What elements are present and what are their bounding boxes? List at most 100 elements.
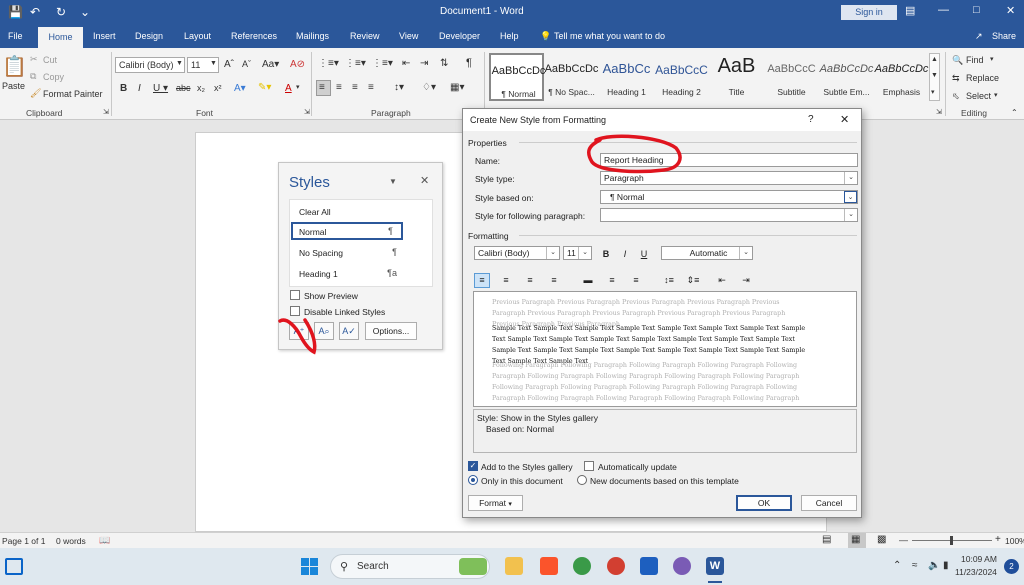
paste-icon[interactable]: 📋: [2, 54, 27, 79]
style-row-no-spacing[interactable]: No Spacing ¶: [290, 245, 405, 260]
italic-icon[interactable]: I: [138, 83, 141, 94]
tab-layout[interactable]: Layout: [184, 31, 211, 41]
single-space-icon[interactable]: ▬: [581, 272, 595, 288]
shrink-font-icon[interactable]: Aˇ: [242, 59, 251, 69]
name-input[interactable]: Report Heading: [600, 153, 858, 167]
format-menu-button[interactable]: Format ▾: [468, 495, 523, 511]
borders-icon[interactable]: ▦▾: [450, 82, 464, 93]
fmt-decrease-indent-icon[interactable]: ⇤: [715, 272, 729, 288]
taskbar-search-box[interactable]: ⚲ Search: [330, 554, 490, 579]
viber-icon[interactable]: [673, 557, 691, 575]
one-half-space-icon[interactable]: ≡: [605, 272, 619, 288]
fmt-size-dropdown[interactable]: 11 ⌄: [563, 246, 592, 260]
notepad-icon[interactable]: [640, 557, 658, 575]
highlight-icon[interactable]: ✎▾: [258, 82, 271, 93]
zoom-in-icon[interactable]: +: [995, 534, 1001, 545]
font-name-dropdown[interactable]: Calibri (Body) ▼: [115, 57, 185, 73]
style-row-clear-all[interactable]: Clear All: [290, 204, 432, 219]
style-title[interactable]: AaB Title: [709, 53, 764, 101]
style-row-heading-1[interactable]: Heading 1 ¶a: [290, 266, 405, 281]
align-center-icon[interactable]: ≡: [336, 82, 342, 93]
proofing-icon[interactable]: 📖: [99, 535, 110, 546]
tab-file[interactable]: File: [8, 31, 23, 41]
clear-formatting-icon[interactable]: A⊘: [290, 59, 305, 70]
superscript-icon[interactable]: x²: [214, 83, 222, 93]
clipboard-launcher-icon[interactable]: ⇲: [103, 108, 109, 116]
add-to-gallery-checkbox[interactable]: ✓: [468, 461, 478, 471]
manage-styles-button[interactable]: A✓: [339, 322, 359, 340]
ribbon-display-icon[interactable]: ▤: [905, 4, 915, 17]
maximize-button[interactable]: □: [973, 4, 980, 16]
battery-icon[interactable]: ▮: [943, 560, 949, 571]
close-button[interactable]: ✕: [1006, 4, 1015, 17]
strikethrough-icon[interactable]: abc: [176, 83, 191, 93]
replace-button[interactable]: Replace: [966, 73, 999, 83]
style-no-spacing[interactable]: AaBbCcDc ¶ No Spac...: [544, 53, 599, 101]
fmt-bold-icon[interactable]: B: [600, 246, 612, 262]
font-launcher-icon[interactable]: ⇲: [304, 108, 310, 116]
gallery-scroll[interactable]: ▲ ▼ ▾: [929, 53, 940, 101]
scroll-down-icon[interactable]: ▼: [931, 72, 938, 79]
chrome-icon[interactable]: [573, 557, 591, 575]
change-case-icon[interactable]: Aa▾: [262, 59, 279, 70]
zoom-slider-thumb[interactable]: [950, 536, 953, 545]
tab-review[interactable]: Review: [350, 31, 380, 41]
dialog-close-icon[interactable]: ✕: [840, 113, 849, 126]
help-button[interactable]: ?: [808, 114, 814, 125]
find-button[interactable]: Find: [966, 55, 984, 65]
following-style-dropdown[interactable]: ⌄: [600, 208, 858, 222]
style-inspector-button[interactable]: A⌕: [314, 322, 334, 340]
cut-button[interactable]: Cut: [43, 55, 57, 65]
web-layout-icon[interactable]: ▩: [877, 534, 886, 545]
file-explorer-icon[interactable]: [505, 557, 523, 575]
clock-time[interactable]: 10:09 AM: [961, 554, 997, 564]
clock-date[interactable]: 11/23/2024: [955, 567, 997, 577]
start-button[interactable]: [301, 558, 318, 575]
chevron-down-icon[interactable]: ▾: [296, 83, 300, 91]
font-size-dropdown[interactable]: 11 ▼: [187, 57, 219, 73]
tab-insert[interactable]: Insert: [93, 31, 116, 41]
style-normal[interactable]: AaBbCcDc ¶ Normal: [489, 53, 545, 101]
bold-icon[interactable]: B: [120, 83, 127, 94]
new-documents-radio[interactable]: [577, 475, 587, 485]
tell-me-box[interactable]: Tell me what you want to do: [554, 31, 665, 41]
text-effects-icon[interactable]: A▾: [234, 83, 246, 94]
new-style-button[interactable]: A⁺: [289, 322, 309, 340]
format-painter-button[interactable]: Format Painter: [43, 89, 103, 99]
bullets-icon[interactable]: ⋮≡▾: [318, 58, 339, 69]
underline-icon[interactable]: U ▾: [153, 83, 168, 94]
close-icon[interactable]: ✕: [420, 174, 429, 187]
word-taskbar-icon[interactable]: W: [706, 557, 724, 575]
fmt-justify-icon[interactable]: ≡: [547, 272, 561, 288]
style-heading-2[interactable]: AaBbCcC Heading 2: [654, 53, 709, 101]
fmt-align-left-icon[interactable]: ≡: [475, 272, 489, 288]
widgets-icon[interactable]: [5, 558, 23, 575]
tab-home[interactable]: Home: [38, 27, 83, 48]
share-button[interactable]: Share: [992, 31, 1016, 41]
style-row-normal[interactable]: Normal ¶: [291, 222, 403, 240]
disable-linked-checkbox[interactable]: [290, 306, 300, 316]
style-emphasis[interactable]: AaBbCcDc Emphasis: [874, 53, 929, 101]
redo-icon[interactable]: ↻: [56, 5, 66, 19]
chrome-profile-icon[interactable]: [607, 557, 625, 575]
undo-icon[interactable]: ↶: [30, 5, 40, 19]
style-type-dropdown[interactable]: Paragraph ⌄: [600, 171, 858, 185]
copy-button[interactable]: Copy: [43, 72, 64, 82]
only-this-document-radio[interactable]: [468, 475, 478, 485]
brave-browser-icon[interactable]: [540, 557, 558, 575]
style-subtle-emphasis[interactable]: AaBbCcDc Subtle Em...: [819, 53, 874, 101]
tray-chevron-up-icon[interactable]: ⌃: [893, 560, 901, 571]
fmt-align-center-icon[interactable]: ≡: [499, 272, 513, 288]
fmt-color-dropdown[interactable]: Automatic ⌄: [661, 246, 753, 260]
based-on-dropdown[interactable]: ¶ Normal ⌄: [600, 190, 858, 204]
subscript-icon[interactable]: x₂: [197, 83, 205, 93]
auto-update-checkbox[interactable]: [584, 461, 594, 471]
align-left-icon[interactable]: ≡: [319, 82, 325, 93]
increase-indent-icon[interactable]: ⇥: [420, 58, 428, 69]
notification-badge[interactable]: 2: [1004, 559, 1019, 574]
styles-launcher-icon[interactable]: ⇲: [936, 108, 942, 116]
tab-view[interactable]: View: [399, 31, 418, 41]
save-icon[interactable]: 💾: [8, 5, 23, 19]
justify-icon[interactable]: ≡: [368, 82, 374, 93]
more-styles-icon[interactable]: ▾: [931, 88, 935, 96]
